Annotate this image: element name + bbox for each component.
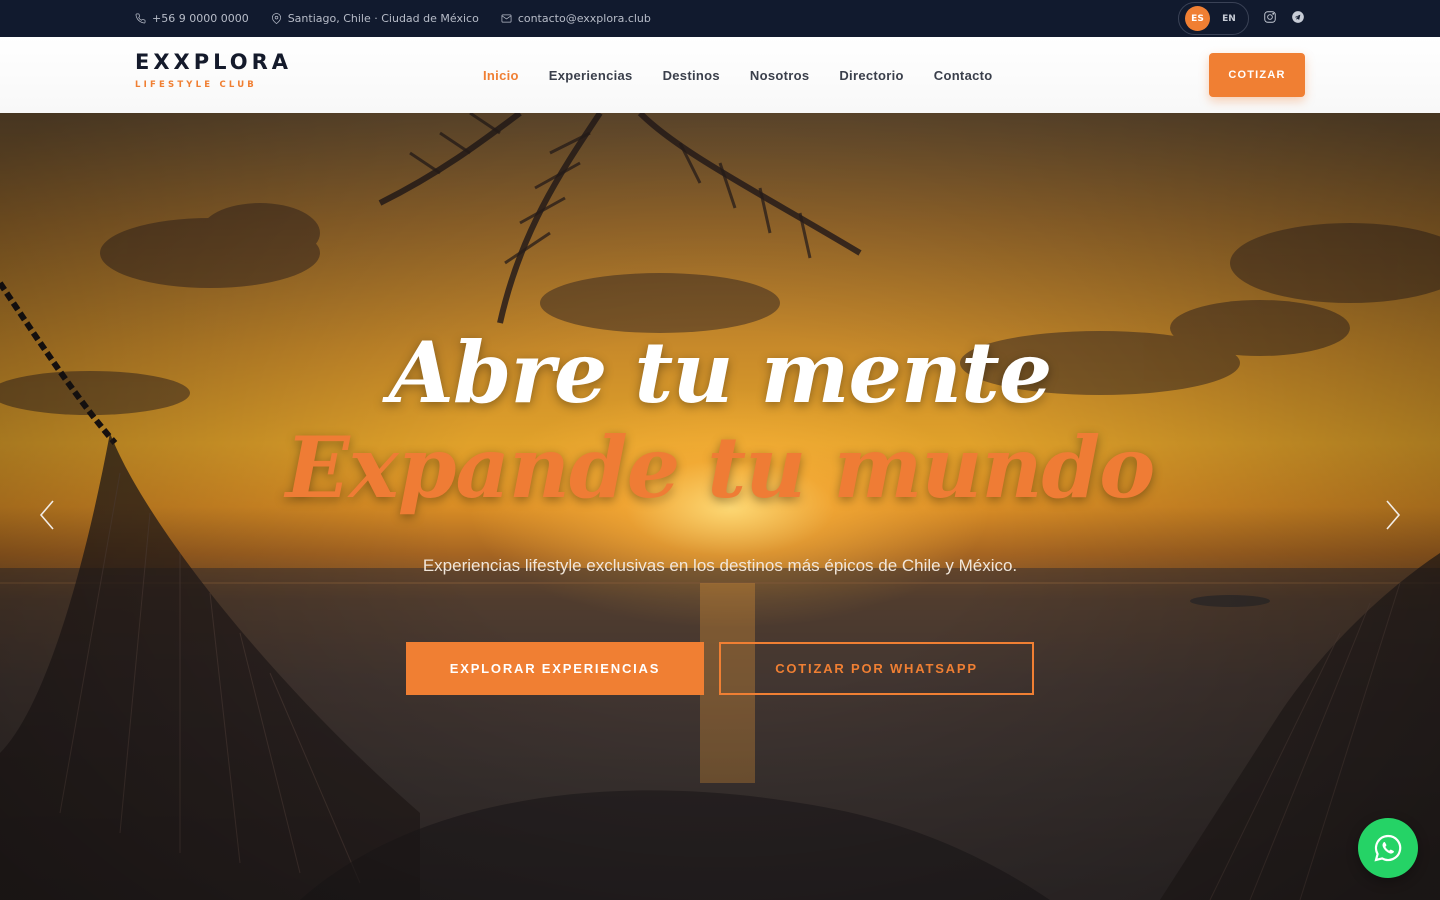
contact-info: +56 9 0000 0000 Santiago, Chile · Ciudad… <box>135 0 651 37</box>
location-info: Santiago, Chile · Ciudad de México <box>271 12 479 25</box>
main-header: EXXPLORA LIFESTYLE CLUB Inicio Experienc… <box>0 37 1440 113</box>
nav-nosotros[interactable]: Nosotros <box>750 68 809 83</box>
top-bar: +56 9 0000 0000 Santiago, Chile · Ciudad… <box>0 0 1440 37</box>
explore-experiences-button[interactable]: EXPLORAR EXPERIENCIAS <box>406 642 704 695</box>
phone-text: +56 9 0000 0000 <box>152 12 249 25</box>
nav-inicio[interactable]: Inicio <box>483 68 519 83</box>
whatsapp-icon <box>1374 834 1402 862</box>
nav-experiencias[interactable]: Experiencias <box>549 68 633 83</box>
nav-contacto[interactable]: Contacto <box>934 68 993 83</box>
hero-subtitle: Experiencias lifestyle exclusivas en los… <box>422 556 1018 575</box>
lang-es-button[interactable]: ES <box>1185 6 1210 31</box>
language-switcher: ES EN <box>1178 2 1249 35</box>
location-pin-icon <box>271 13 281 24</box>
nav-directorio[interactable]: Directorio <box>839 68 903 83</box>
hero-slider: Abre tu mente Expande tu mundo Experienc… <box>0 113 1440 900</box>
quote-whatsapp-button[interactable]: COTIZAR POR WHATSAPP <box>719 642 1034 695</box>
lang-en-button[interactable]: EN <box>1215 14 1243 24</box>
chevron-right-icon <box>1386 500 1401 530</box>
hero-headline-secondary: Expande tu mundo <box>285 418 1156 517</box>
whatsapp-float-button[interactable] <box>1358 818 1418 878</box>
slider-next-button[interactable] <box>1381 497 1405 533</box>
hero-headline-primary: Abre tu mente <box>388 323 1053 422</box>
email-text: contacto@exxplora.club <box>517 12 651 25</box>
chevron-left-icon <box>39 500 54 530</box>
brand-tagline: LIFESTYLE CLUB <box>135 80 257 90</box>
logo[interactable]: EXXPLORA LIFESTYLE CLUB <box>135 50 292 90</box>
phone-info[interactable]: +56 9 0000 0000 <box>135 12 249 25</box>
brand-name: EXXPLORA <box>135 50 293 74</box>
cotizar-button[interactable]: COTIZAR <box>1209 53 1305 97</box>
main-nav: Inicio Experiencias Destinos Nosotros Di… <box>483 37 993 113</box>
telegram-icon <box>1292 11 1304 23</box>
phone-icon <box>135 13 146 24</box>
nav-destinos[interactable]: Destinos <box>663 68 720 83</box>
location-text: Santiago, Chile · Ciudad de México <box>287 12 479 25</box>
slider-prev-button[interactable] <box>35 497 59 533</box>
instagram-link[interactable] <box>1263 10 1279 26</box>
mail-icon <box>501 14 512 23</box>
telegram-link[interactable] <box>1291 10 1307 26</box>
instagram-icon <box>1264 11 1276 23</box>
email-info[interactable]: contacto@exxplora.club <box>501 12 651 25</box>
